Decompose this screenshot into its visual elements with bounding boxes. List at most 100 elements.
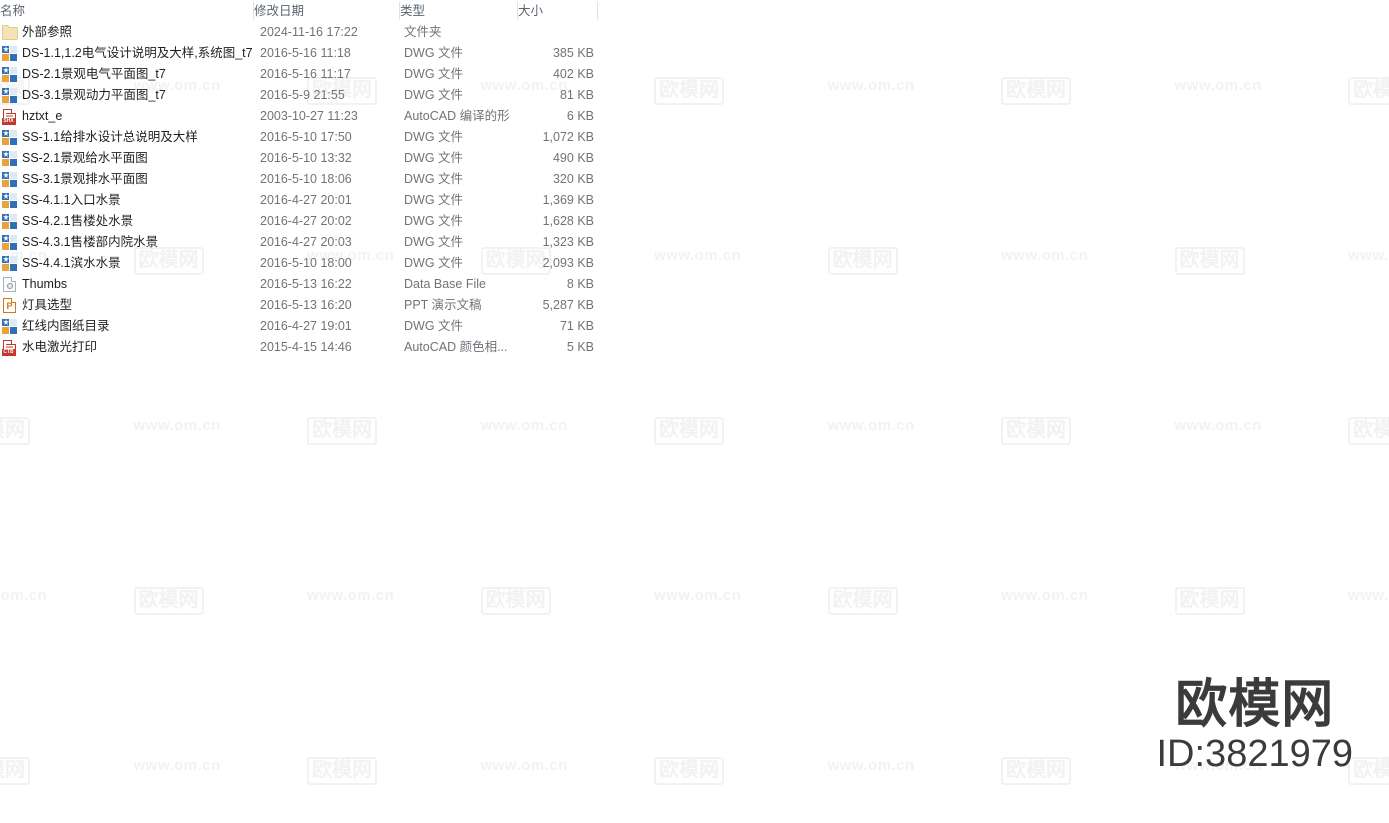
watermark-url-tile: www.om.cn [1348, 247, 1389, 264]
file-type-cell: DWG 文件 [404, 235, 464, 249]
file-name-label: DS-1.1,1.2电气设计说明及大样,系统图_t7 [22, 46, 252, 60]
file-row[interactable]: DS-1.1,1.2电气设计说明及大样,系统图_t7 2016-5-16 11:1… [0, 43, 600, 64]
file-date-cell: 2016-4-27 20:02 [260, 214, 352, 228]
file-type-cell: DWG 文件 [404, 88, 464, 102]
file-row[interactable]: DS-3.1景观动力平面图_t7 2016-5-9 21:55 DWG 文件 81 K… [0, 85, 600, 106]
file-row[interactable]: SS-2.1景观给水平面图 2016-5-10 13:32 DWG 文件 490 KB [0, 148, 600, 169]
file-row[interactable]: SS-1.1给排水设计总说明及大样 2016-5-10 17:50 DWG 文件 1,… [0, 127, 600, 148]
file-date-cell: 2016-5-16 11:17 [260, 67, 351, 81]
powerpoint-file-icon: P [3, 298, 16, 313]
watermark-brand-tile: 欧模网 [1001, 417, 1071, 445]
file-date-cell: 2016-5-16 11:18 [260, 46, 351, 60]
file-date-cell: 2016-4-27 20:01 [260, 193, 352, 207]
file-date-cell: 2016-4-27 19:01 [260, 319, 352, 333]
watermark-url-tile: www.om.cn [307, 587, 395, 604]
file-type-cell: PPT 演示文稿 [404, 298, 482, 312]
file-row[interactable]: SHX hztxt_e 2003-10-27 11:23 AutoCAD 编译的形 6 … [0, 106, 600, 127]
file-row[interactable]: SS-4.1.1入口水景 2016-4-27 20:01 DWG 文件 1,369 K… [0, 190, 600, 211]
file-name-cell[interactable]: DS-3.1景观动力平面图_t7 [0, 85, 252, 106]
watermark-url-tile: www.om.cn [827, 417, 915, 434]
file-size-cell: 385 KB [552, 46, 594, 60]
watermark-url-tile: www.om.cn [1174, 417, 1262, 434]
watermark-brand-tile: 欧模网 [827, 247, 898, 275]
file-date-cell: 2016-5-13 16:20 [260, 298, 352, 312]
file-name-label: SS-4.4.1滨水水景 [22, 256, 121, 270]
file-row[interactable]: SS-3.1景观排水平面图 2016-5-10 18:06 DWG 文件 320 KB [0, 169, 600, 190]
file-size-cell [518, 22, 594, 43]
watermark-brand-tile: 欧模网 [307, 417, 377, 445]
file-name-cell[interactable]: SS-4.4.1滨水水景 [0, 253, 252, 274]
dwg-file-icon [2, 256, 17, 271]
dwg-file-icon [2, 172, 17, 187]
column-header-name[interactable]: 名称 [0, 0, 254, 22]
file-type-cell: DWG 文件 [404, 151, 464, 165]
file-name-cell[interactable]: DS-2.1景观电气平面图_t7 [0, 64, 252, 85]
file-name-cell[interactable]: SS-4.1.1入口水景 [0, 190, 252, 211]
main-watermark: 欧模网 ID:3821979 [1157, 676, 1354, 776]
file-type-cell: DWG 文件 [404, 319, 464, 333]
file-name-cell[interactable]: SS-2.1景观给水平面图 [0, 148, 252, 169]
file-row[interactable]: P 灯具选型 2016-5-13 16:20 PPT 演示文稿 5,287 KB [0, 295, 600, 316]
file-name-cell[interactable]: Thumbs [0, 274, 252, 295]
dwg-file-icon [2, 130, 17, 145]
column-header-name-label: 名称 [0, 4, 26, 18]
file-row[interactable]: SS-4.4.1滨水水景 2016-5-10 18:00 DWG 文件 2,093 K… [0, 253, 600, 274]
file-name-cell[interactable]: SHX hztxt_e [0, 106, 252, 127]
file-row[interactable]: 外部参照 2024-11-16 17:22 文件夹 [0, 22, 600, 43]
file-type-cell: 文件夹 [404, 25, 442, 39]
file-name-label: 外部参照 [22, 25, 73, 39]
file-name-label: SS-4.3.1售楼部内院水景 [22, 235, 159, 249]
file-size-cell: 320 KB [552, 172, 594, 186]
column-header-size[interactable]: 大小 [518, 0, 598, 22]
file-name-label: 红线内图纸目录 [22, 319, 110, 333]
watermark-url-tile: www.om.cn [1348, 587, 1389, 604]
dwg-file-icon [2, 151, 17, 166]
file-name-label: 灯具选型 [22, 298, 73, 312]
file-size-cell: 81 KB [559, 88, 594, 102]
column-header-type[interactable]: 类型 [400, 0, 518, 22]
file-name-cell[interactable]: CTB 水电激光打印 [0, 337, 252, 358]
file-name-cell[interactable]: SS-3.1景观排水平面图 [0, 169, 252, 190]
watermark-url-tile: www.om.cn [654, 587, 742, 604]
watermark-url-tile: www.om.cn [1001, 247, 1089, 264]
dwg-file-icon [2, 193, 17, 208]
file-row[interactable]: SS-4.2.1售楼处水景 2016-4-27 20:02 DWG 文件 1,628 … [0, 211, 600, 232]
column-divider-size[interactable] [597, 2, 598, 20]
file-row[interactable]: CTB 水电激光打印 2015-4-15 14:46 AutoCAD 颜色相... 5 … [0, 337, 600, 358]
file-row[interactable]: SS-4.3.1售楼部内院水景 2016-4-27 20:03 DWG 文件 1,32… [0, 232, 600, 253]
column-header-date[interactable]: 修改日期 [254, 0, 400, 22]
watermark-brand-tile: 欧模网 [480, 587, 551, 615]
file-date-cell: 2016-5-10 13:32 [260, 151, 352, 165]
watermark-brand-tile: 欧模网 [1348, 757, 1389, 785]
file-name-cell[interactable]: SS-4.2.1售楼处水景 [0, 211, 252, 232]
file-name-cell[interactable]: SS-1.1给排水设计总说明及大样 [0, 127, 252, 148]
watermark-brand-tile: 欧模网 [1174, 247, 1245, 275]
watermark-url-tile: www.om.cn [1174, 77, 1262, 94]
file-type-cell: AutoCAD 编译的形 [404, 109, 510, 123]
file-name-label: DS-3.1景观动力平面图_t7 [22, 88, 166, 102]
file-name-cell[interactable]: P 灯具选型 [0, 295, 252, 316]
watermark-brand-tile: 欧模网 [654, 417, 724, 445]
file-name-cell[interactable]: 外部参照 [0, 22, 252, 43]
file-name-label: SS-4.2.1售楼处水景 [22, 214, 134, 228]
main-watermark-id: ID:3821979 [1156, 733, 1354, 775]
file-date-cell: 2016-5-10 17:50 [260, 130, 352, 144]
file-row[interactable]: Thumbs 2016-5-13 16:22 Data Base File 8 KB [0, 274, 600, 295]
watermark-brand-tile: 欧模网 [1174, 587, 1245, 615]
file-name-cell[interactable]: DS-1.1,1.2电气设计说明及大样,系统图_t7 [0, 43, 252, 64]
watermark-brand-tile: 欧模网 [1348, 417, 1389, 445]
watermark-url-tile: www.om.cn [0, 587, 48, 604]
file-row[interactable]: 红线内图纸目录 2016-4-27 19:01 DWG 文件 71 KB [0, 316, 600, 337]
file-type-cell: AutoCAD 颜色相... [404, 340, 508, 354]
watermark-brand-tile: 欧模网 [1001, 757, 1071, 785]
file-type-cell: DWG 文件 [404, 172, 464, 186]
file-size-cell: 71 KB [559, 319, 594, 333]
file-type-cell: DWG 文件 [404, 67, 464, 81]
watermark-url-tile: www.om.cn [133, 757, 221, 774]
dwg-file-icon [2, 319, 17, 334]
file-size-cell: 1,369 KB [542, 193, 594, 207]
file-row[interactable]: DS-2.1景观电气平面图_t7 2016-5-16 11:17 DWG 文件 402… [0, 64, 600, 85]
file-name-cell[interactable]: SS-4.3.1售楼部内院水景 [0, 232, 252, 253]
file-name-label: hztxt_e [22, 109, 63, 123]
file-name-cell[interactable]: 红线内图纸目录 [0, 316, 252, 337]
